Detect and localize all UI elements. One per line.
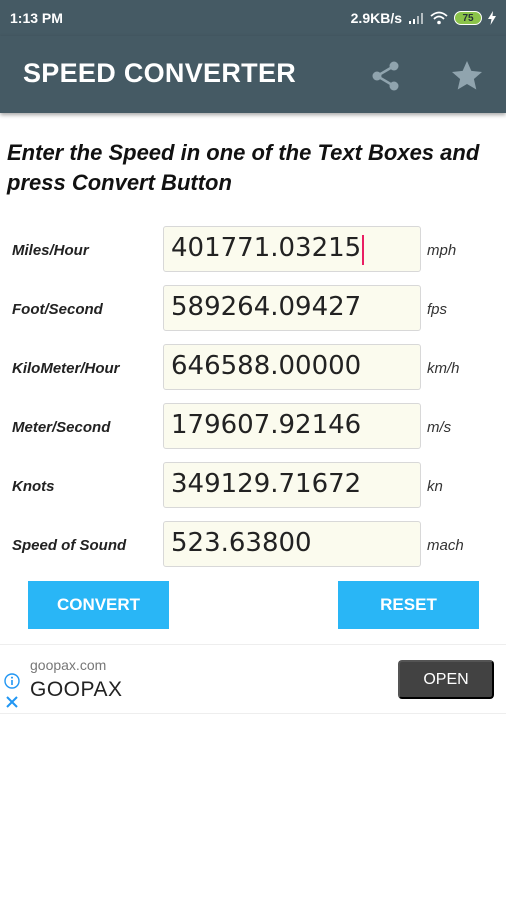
row-miles-hour: Miles/Hour 401771.03215 mph <box>0 226 506 272</box>
row-unit: mph <box>427 242 457 259</box>
row-speed-of-sound: Speed of Sound 523.63800 mach <box>0 521 506 567</box>
instructions-text: Enter the Speed in one of the Text Boxes… <box>7 140 480 195</box>
kilometer-hour-input[interactable]: 646588.00000 <box>163 344 421 390</box>
meter-second-input[interactable]: 179607.92146 <box>163 403 421 449</box>
ad-banner[interactable]: goopax.com GOOPAX OPEN <box>0 644 506 714</box>
field-value: 589264.09427 <box>171 292 362 322</box>
row-label: Foot/Second <box>12 301 103 318</box>
row-unit: kn <box>427 478 443 495</box>
ad-url: goopax.com <box>30 657 107 673</box>
foot-second-input[interactable]: 589264.09427 <box>163 285 421 331</box>
battery-icon: 75 <box>454 11 482 25</box>
status-bar: 1:13 PM 2.9KB/s 75 <box>0 0 506 36</box>
knots-input[interactable]: 349129.71672 <box>163 462 421 508</box>
field-value: 179607.92146 <box>171 410 362 440</box>
wifi-icon <box>430 11 448 25</box>
ad-advertiser-name: GOOPAX <box>30 678 123 701</box>
row-label: KiloMeter/Hour <box>12 360 120 377</box>
ad-info-icon[interactable] <box>4 673 20 694</box>
row-label: Meter/Second <box>12 419 111 436</box>
ad-open-button[interactable]: OPEN <box>398 660 494 699</box>
signal-icon <box>408 12 424 24</box>
field-value: 401771.03215 <box>171 233 362 263</box>
row-label: Knots <box>12 478 55 495</box>
reset-button[interactable]: RESET <box>338 581 479 629</box>
row-unit: m/s <box>427 419 452 436</box>
charging-icon <box>488 11 496 25</box>
row-label: Miles/Hour <box>12 242 89 259</box>
text-cursor <box>362 235 365 265</box>
status-time: 1:13 PM <box>10 10 63 26</box>
ad-close-icon[interactable] <box>4 694 20 715</box>
row-unit: fps <box>427 301 448 318</box>
field-value: 349129.71672 <box>171 469 362 499</box>
row-unit: km/h <box>427 360 460 377</box>
row-meter-second: Meter/Second 179607.92146 m/s <box>0 403 506 449</box>
app-bar: SPEED CONVERTER <box>0 36 506 113</box>
status-indicators: 2.9KB/s 75 <box>351 10 496 26</box>
star-icon[interactable] <box>447 56 487 96</box>
network-speed: 2.9KB/s <box>350 10 402 26</box>
miles-hour-input[interactable]: 401771.03215 <box>163 226 421 272</box>
share-icon[interactable] <box>366 56 406 96</box>
row-unit: mach <box>427 537 464 554</box>
speed-of-sound-input[interactable]: 523.63800 <box>163 521 421 567</box>
row-knots: Knots 349129.71672 kn <box>0 462 506 508</box>
row-foot-second: Foot/Second 589264.09427 fps <box>0 285 506 331</box>
field-value: 646588.00000 <box>171 351 362 381</box>
field-value: 523.63800 <box>171 528 312 558</box>
app-title: SPEED CONVERTER <box>23 58 297 88</box>
convert-button[interactable]: CONVERT <box>28 581 169 629</box>
row-kilometer-hour: KiloMeter/Hour 646588.00000 km/h <box>0 344 506 390</box>
row-label: Speed of Sound <box>12 537 127 554</box>
